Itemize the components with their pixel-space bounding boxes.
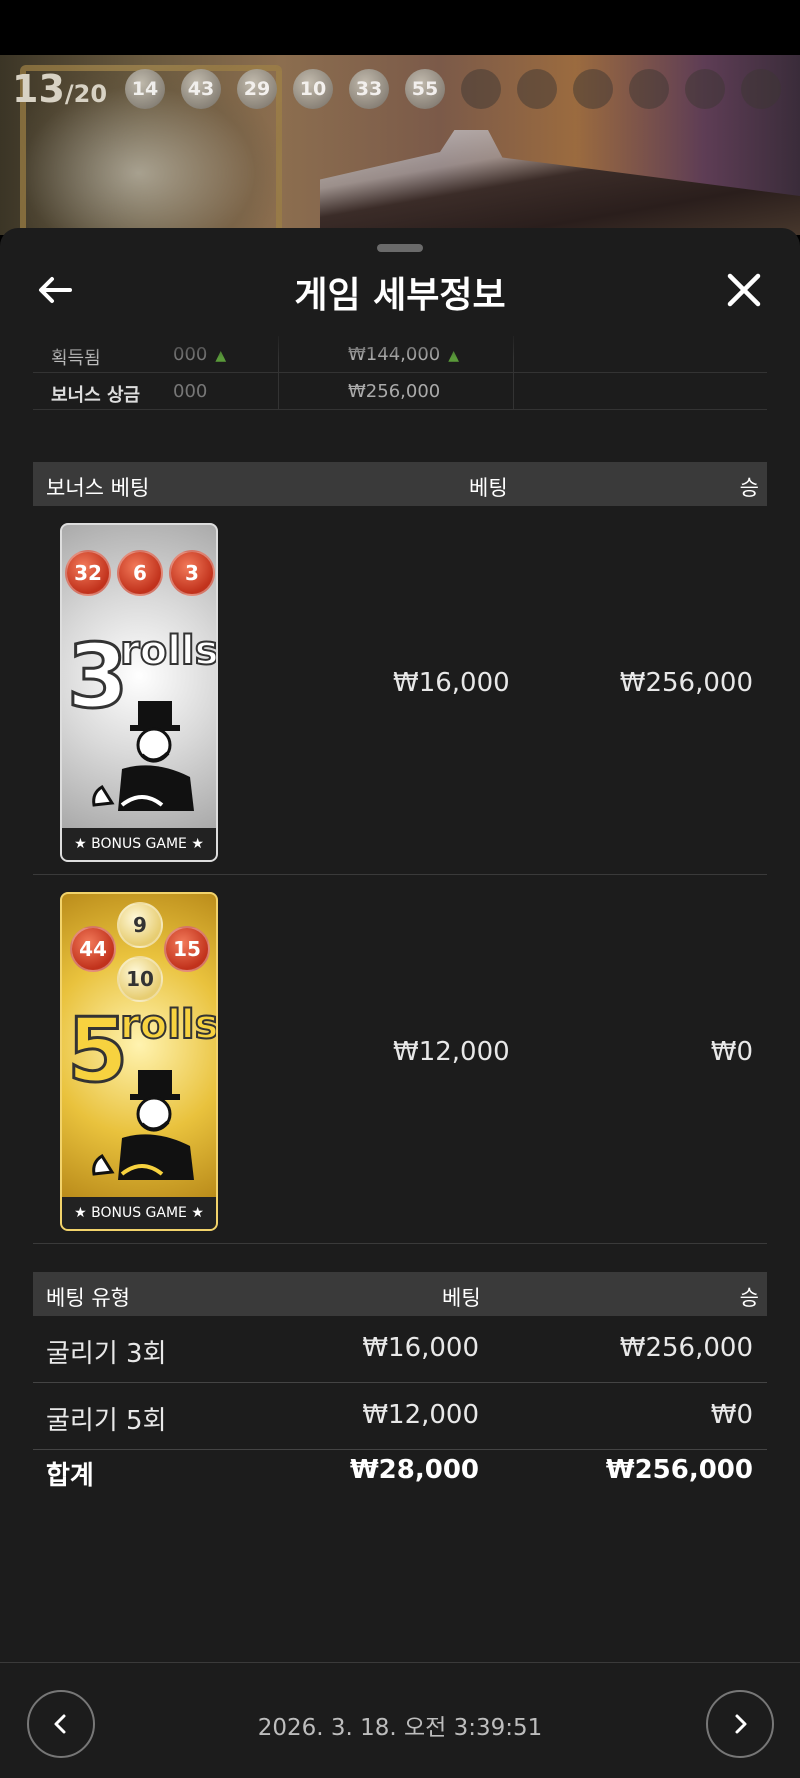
row-label: 보너스 상금 (51, 385, 141, 406)
drawn-ball: 14 (125, 69, 165, 109)
empty-ball-slot (741, 69, 781, 109)
win-amount: ₩256,000 (619, 1333, 753, 1363)
status-bar (0, 0, 800, 55)
card-ball: 32 (65, 550, 111, 596)
mascot-icon (92, 1070, 194, 1180)
card-ball: 44 (70, 926, 116, 972)
empty-ball-slot (629, 69, 669, 109)
empty-ball-slot (517, 69, 557, 109)
table-row: 보너스 상금 000 ₩256,000 (33, 373, 767, 410)
round-total: /20 (64, 80, 108, 108)
rolls-word: rolls (119, 627, 218, 675)
card-ball: 6 (117, 550, 163, 596)
bet-amount: ₩12,000 (362, 1400, 479, 1430)
card-ball: 10 (117, 956, 163, 1002)
game-device (320, 130, 800, 235)
empty-ball-slot (461, 69, 501, 109)
drawn-ball: 43 (181, 69, 221, 109)
scroll-fade (33, 328, 767, 358)
game-video-strip: 13/20 14 43 29 10 33 55 (0, 55, 800, 235)
col-bet-type: 베팅 유형 (46, 1286, 130, 1310)
bonus-bet-row: 32 6 3 3 rolls ★ BONUS GAME ★ ₩16,000 ₩2… (33, 506, 767, 875)
footer-divider (0, 1662, 800, 1663)
total-label: 합계 (46, 1461, 94, 1491)
col-bet: 베팅 (469, 476, 508, 500)
bonus-game-band: ★ BONUS GAME ★ (62, 1197, 216, 1229)
card-ball: 9 (117, 902, 163, 948)
bonus-bet-row: 9 44 15 10 5 rolls ★ BONUS GAME ★ ₩12,00… (33, 875, 767, 1244)
close-button[interactable] (722, 268, 766, 312)
win-amount: ₩0 (710, 1400, 753, 1430)
bonus-table-header: 보너스 베팅 베팅 승 (33, 462, 767, 506)
col-bet: 베팅 (442, 1286, 481, 1310)
empty-ball-slot (573, 69, 613, 109)
round-current: 13 (12, 67, 65, 111)
bet-type: 굴리기 3회 (46, 1339, 167, 1369)
card-ball: 15 (164, 926, 210, 972)
rolls-word: rolls (119, 1001, 218, 1049)
row-value: ₩256,000 (348, 381, 441, 402)
col-win: 승 (739, 1286, 759, 1310)
round-timestamp: 2026. 3. 18. 오전 3:39:51 (257, 1715, 543, 1741)
mascot-icon (92, 701, 194, 811)
bet-amount: ₩16,000 (393, 668, 510, 698)
drawn-ball: 55 (405, 69, 445, 109)
page-title: 게임 세부정보 (294, 275, 506, 316)
round-counter: 13/20 (12, 67, 107, 111)
total-win: ₩256,000 (605, 1455, 753, 1485)
col-win: 승 (739, 476, 759, 500)
total-bet: ₩28,000 (349, 1455, 479, 1485)
win-amount: ₩0 (710, 1037, 753, 1067)
game-details-sheet: 게임 세부정보 획득됨 000▲ ₩144,000▲ 보너스 상금 000 ₩2… (0, 228, 800, 1778)
drawn-ball: 33 (349, 69, 389, 109)
bet-amount: ₩12,000 (393, 1037, 510, 1067)
bonus-game-band: ★ BONUS GAME ★ (62, 828, 216, 860)
empty-ball-slot (685, 69, 725, 109)
table-row: 굴리기 3회 ₩16,000 ₩256,000 (33, 1316, 767, 1383)
drawn-ball: 29 (237, 69, 277, 109)
card-ball: 3 (169, 550, 215, 596)
bet-type: 굴리기 5회 (46, 1406, 167, 1436)
drawn-ball: 10 (293, 69, 333, 109)
bet-amount: ₩16,000 (362, 1333, 479, 1363)
close-icon (727, 273, 761, 307)
bonus-card-5-rolls: 9 44 15 10 5 rolls ★ BONUS GAME ★ (60, 892, 218, 1231)
row-partial-value: 000 (173, 381, 208, 402)
total-row: 합계 ₩28,000 ₩256,000 (33, 1447, 767, 1497)
col-bonus-bet: 보너스 베팅 (46, 476, 150, 500)
drag-handle[interactable] (377, 244, 423, 252)
bonus-card-3-rolls: 32 6 3 3 rolls ★ BONUS GAME ★ (60, 523, 218, 862)
bet-type-table-header: 베팅 유형 베팅 승 (33, 1272, 767, 1316)
table-row: 굴리기 5회 ₩12,000 ₩0 (33, 1383, 767, 1450)
drawn-balls: 14 43 29 10 33 55 (125, 69, 781, 109)
win-amount: ₩256,000 (619, 668, 753, 698)
next-round-button[interactable] (706, 1690, 774, 1758)
chevron-right-icon (735, 1714, 747, 1734)
